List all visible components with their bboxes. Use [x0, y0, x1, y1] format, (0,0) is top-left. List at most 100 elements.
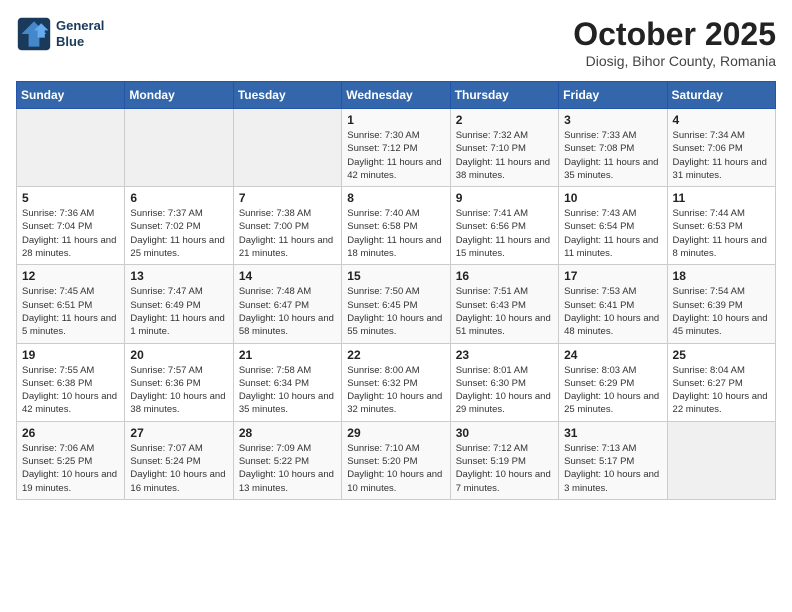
calendar-cell: 27 Sunrise: 7:07 AM Sunset: 5:24 PM Dayli…	[125, 421, 233, 499]
calendar-cell: 3Sunrise: 7:33 AM Sunset: 7:08 PM Daylig…	[559, 109, 667, 187]
day-info: Sunrise: 7:30 AM Sunset: 7:12 PM Dayligh…	[347, 129, 444, 182]
day-info: Sunrise: 8:00 AM Sunset: 6:32 PM Dayligh…	[347, 364, 444, 417]
day-info: Sunrise: 7:57 AM Sunset: 6:36 PM Dayligh…	[130, 364, 227, 417]
day-number: 5	[22, 191, 119, 205]
calendar-cell: 16 Sunrise: 7:51 AM Sunset: 6:43 PM Dayli…	[450, 265, 558, 343]
day-number: 10	[564, 191, 661, 205]
calendar-cell: 29 Sunrise: 7:10 AM Sunset: 5:20 PM Dayli…	[342, 421, 450, 499]
day-info: Sunrise: 7:06 AM Sunset: 5:25 PM Dayligh…	[22, 442, 119, 495]
weekday-header: Friday	[559, 82, 667, 109]
calendar-cell: 17Sunrise: 7:53 AM Sunset: 6:41 PM Dayli…	[559, 265, 667, 343]
calendar-cell: 9 Sunrise: 7:41 AM Sunset: 6:56 PM Daylig…	[450, 187, 558, 265]
day-info: Sunrise: 7:34 AM Sunset: 7:06 PM Dayligh…	[673, 129, 770, 182]
logo: General Blue	[16, 16, 104, 52]
weekday-header: Thursday	[450, 82, 558, 109]
day-number: 30	[456, 426, 553, 440]
day-info: Sunrise: 7:12 AM Sunset: 5:19 PM Dayligh…	[456, 442, 553, 495]
calendar-cell: 4 Sunrise: 7:34 AM Sunset: 7:06 PM Daylig…	[667, 109, 775, 187]
weekday-header: Wednesday	[342, 82, 450, 109]
day-info: Sunrise: 7:32 AM Sunset: 7:10 PM Dayligh…	[456, 129, 553, 182]
calendar-cell: 5 Sunrise: 7:36 AM Sunset: 7:04 PM Daylig…	[17, 187, 125, 265]
calendar-cell: 30 Sunrise: 7:12 AM Sunset: 5:19 PM Dayli…	[450, 421, 558, 499]
day-number: 27	[130, 426, 227, 440]
day-info: Sunrise: 7:07 AM Sunset: 5:24 PM Dayligh…	[130, 442, 227, 495]
day-number: 26	[22, 426, 119, 440]
day-info: Sunrise: 7:37 AM Sunset: 7:02 PM Dayligh…	[130, 207, 227, 260]
day-number: 12	[22, 269, 119, 283]
title-section: October 2025 Diosig, Bihor County, Roman…	[573, 16, 776, 69]
day-info: Sunrise: 7:41 AM Sunset: 6:56 PM Dayligh…	[456, 207, 553, 260]
calendar-cell: 8Sunrise: 7:40 AM Sunset: 6:58 PM Daylig…	[342, 187, 450, 265]
day-info: Sunrise: 8:04 AM Sunset: 6:27 PM Dayligh…	[673, 364, 770, 417]
day-number: 16	[456, 269, 553, 283]
day-number: 6	[130, 191, 227, 205]
day-info: Sunrise: 7:33 AM Sunset: 7:08 PM Dayligh…	[564, 129, 661, 182]
day-number: 19	[22, 348, 119, 362]
calendar-cell: 22 Sunrise: 8:00 AM Sunset: 6:32 PM Dayli…	[342, 343, 450, 421]
day-info: Sunrise: 7:36 AM Sunset: 7:04 PM Dayligh…	[22, 207, 119, 260]
logo-icon	[16, 16, 52, 52]
day-number: 22	[347, 348, 444, 362]
day-number: 15	[347, 269, 444, 283]
day-number: 21	[239, 348, 336, 362]
day-info: Sunrise: 8:03 AM Sunset: 6:29 PM Dayligh…	[564, 364, 661, 417]
calendar-cell: 10 Sunrise: 7:43 AM Sunset: 6:54 PM Dayli…	[559, 187, 667, 265]
day-info: Sunrise: 7:54 AM Sunset: 6:39 PM Dayligh…	[673, 285, 770, 338]
day-number: 1	[347, 113, 444, 127]
calendar-week-row: 26 Sunrise: 7:06 AM Sunset: 5:25 PM Dayli…	[17, 421, 776, 499]
calendar-cell: 20 Sunrise: 7:57 AM Sunset: 6:36 PM Dayli…	[125, 343, 233, 421]
calendar-cell	[17, 109, 125, 187]
calendar-cell	[125, 109, 233, 187]
page-header: General Blue October 2025 Diosig, Bihor …	[16, 16, 776, 69]
weekday-header: Sunday	[17, 82, 125, 109]
calendar-table: SundayMondayTuesdayWednesdayThursdayFrid…	[16, 81, 776, 500]
day-info: Sunrise: 7:58 AM Sunset: 6:34 PM Dayligh…	[239, 364, 336, 417]
day-info: Sunrise: 7:43 AM Sunset: 6:54 PM Dayligh…	[564, 207, 661, 260]
day-info: Sunrise: 7:38 AM Sunset: 7:00 PM Dayligh…	[239, 207, 336, 260]
day-number: 13	[130, 269, 227, 283]
calendar-cell: 19 Sunrise: 7:55 AM Sunset: 6:38 PM Dayli…	[17, 343, 125, 421]
day-number: 8	[347, 191, 444, 205]
day-info: Sunrise: 7:55 AM Sunset: 6:38 PM Dayligh…	[22, 364, 119, 417]
day-info: Sunrise: 7:51 AM Sunset: 6:43 PM Dayligh…	[456, 285, 553, 338]
day-number: 2	[456, 113, 553, 127]
calendar-cell: 25 Sunrise: 8:04 AM Sunset: 6:27 PM Dayli…	[667, 343, 775, 421]
day-info: Sunrise: 7:53 AM Sunset: 6:41 PM Dayligh…	[564, 285, 661, 338]
day-number: 25	[673, 348, 770, 362]
month-title: October 2025	[573, 16, 776, 53]
calendar-week-row: 19 Sunrise: 7:55 AM Sunset: 6:38 PM Dayli…	[17, 343, 776, 421]
calendar-week-row: 5 Sunrise: 7:36 AM Sunset: 7:04 PM Daylig…	[17, 187, 776, 265]
day-info: Sunrise: 7:45 AM Sunset: 6:51 PM Dayligh…	[22, 285, 119, 338]
logo-text: General Blue	[56, 18, 104, 49]
calendar-cell: 24 Sunrise: 8:03 AM Sunset: 6:29 PM Dayli…	[559, 343, 667, 421]
day-info: Sunrise: 7:13 AM Sunset: 5:17 PM Dayligh…	[564, 442, 661, 495]
day-info: Sunrise: 7:48 AM Sunset: 6:47 PM Dayligh…	[239, 285, 336, 338]
day-number: 9	[456, 191, 553, 205]
weekday-header: Monday	[125, 82, 233, 109]
calendar-cell: 26 Sunrise: 7:06 AM Sunset: 5:25 PM Dayli…	[17, 421, 125, 499]
weekday-header: Tuesday	[233, 82, 341, 109]
calendar-cell	[233, 109, 341, 187]
calendar-cell: 28Sunrise: 7:09 AM Sunset: 5:22 PM Dayli…	[233, 421, 341, 499]
day-number: 4	[673, 113, 770, 127]
calendar-cell: 2 Sunrise: 7:32 AM Sunset: 7:10 PM Daylig…	[450, 109, 558, 187]
day-info: Sunrise: 8:01 AM Sunset: 6:30 PM Dayligh…	[456, 364, 553, 417]
day-number: 29	[347, 426, 444, 440]
calendar-cell: 6 Sunrise: 7:37 AM Sunset: 7:02 PM Daylig…	[125, 187, 233, 265]
calendar-cell: 23 Sunrise: 8:01 AM Sunset: 6:30 PM Dayli…	[450, 343, 558, 421]
day-number: 31	[564, 426, 661, 440]
day-number: 23	[456, 348, 553, 362]
calendar-cell: 7Sunrise: 7:38 AM Sunset: 7:00 PM Daylig…	[233, 187, 341, 265]
day-info: Sunrise: 7:10 AM Sunset: 5:20 PM Dayligh…	[347, 442, 444, 495]
day-number: 28	[239, 426, 336, 440]
calendar-cell: 12 Sunrise: 7:45 AM Sunset: 6:51 PM Dayli…	[17, 265, 125, 343]
calendar-cell: 21 Sunrise: 7:58 AM Sunset: 6:34 PM Dayli…	[233, 343, 341, 421]
day-number: 24	[564, 348, 661, 362]
day-number: 11	[673, 191, 770, 205]
calendar-week-row: 1 Sunrise: 7:30 AM Sunset: 7:12 PM Daylig…	[17, 109, 776, 187]
calendar-cell: 13Sunrise: 7:47 AM Sunset: 6:49 PM Dayli…	[125, 265, 233, 343]
calendar-cell	[667, 421, 775, 499]
day-number: 20	[130, 348, 227, 362]
calendar-body: 1 Sunrise: 7:30 AM Sunset: 7:12 PM Daylig…	[17, 109, 776, 500]
calendar-cell: 15Sunrise: 7:50 AM Sunset: 6:45 PM Dayli…	[342, 265, 450, 343]
